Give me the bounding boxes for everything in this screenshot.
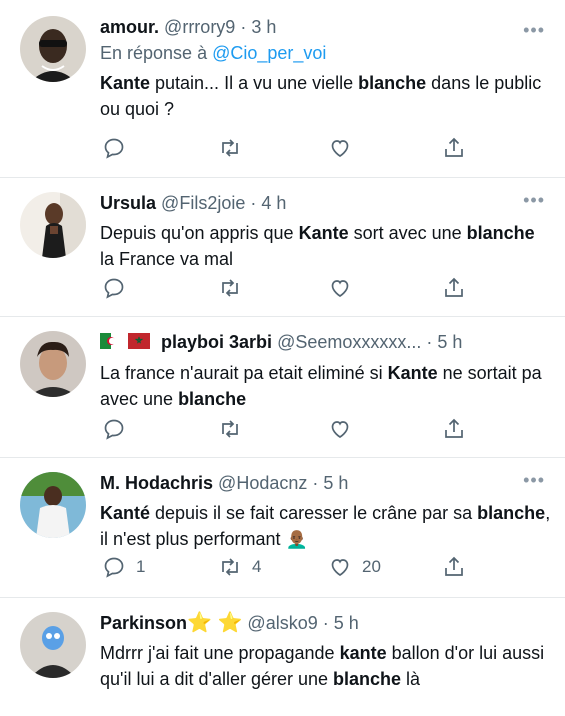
retweet-icon (222, 420, 238, 438)
tweet-actions (100, 276, 480, 304)
reply-button[interactable] (102, 417, 136, 441)
user-handle[interactable]: @Hodacnz (218, 473, 307, 493)
heart-icon (331, 140, 349, 157)
heart-icon (331, 280, 349, 297)
reply-icon (104, 278, 124, 299)
tweet-text: La france n'aurait pa etait eliminé si K… (100, 363, 542, 410)
morocco-flag-icon (128, 332, 150, 354)
retweet-icon (222, 139, 238, 157)
like-button[interactable] (328, 417, 362, 441)
like-button[interactable] (328, 136, 362, 160)
like-count: 20 (362, 557, 381, 576)
retweet-button[interactable] (218, 417, 252, 441)
share-button[interactable] (442, 417, 466, 441)
separator: · (421, 332, 438, 352)
separator: · (307, 473, 324, 493)
reply-button[interactable] (102, 276, 136, 300)
star-emoji-icon: ⭐ ⭐ (187, 612, 243, 634)
timestamp[interactable]: 4 h (261, 193, 286, 213)
retweet-button[interactable] (218, 136, 252, 160)
share-button[interactable] (442, 276, 466, 300)
share-icon (445, 277, 463, 297)
separator: · (235, 17, 252, 37)
reply-mention-link[interactable]: @Cio_per_voi (212, 43, 326, 63)
more-options-icon[interactable]: ••• (523, 20, 545, 41)
reply-prefix: En réponse à (100, 43, 213, 63)
tweet[interactable]: Parkinson⭐ ⭐ @alsko9 · 5 h Mdrrr j'ai fa… (0, 598, 565, 716)
user-name[interactable]: playboi 3arbi (161, 332, 272, 352)
timestamp[interactable]: 5 h (334, 613, 359, 633)
tweet[interactable]: M. Hodachris @Hodacnz · 5 h Kanté depuis… (0, 458, 565, 598)
tweet[interactable]: amour. @rrrory9 · 3 h En réponse à @Cio_… (0, 0, 565, 178)
reply-count: 1 (136, 557, 146, 576)
user-name[interactable]: M. Hodachris (100, 473, 213, 493)
algeria-flag-icon (100, 332, 122, 354)
share-button[interactable] (442, 136, 466, 160)
tweet-text: Depuis qu'on appris que Kante sort avec … (100, 223, 535, 269)
share-icon (445, 418, 463, 438)
more-options-icon[interactable]: ••• (523, 470, 545, 491)
reply-button[interactable] (102, 136, 136, 160)
avatar[interactable] (20, 612, 86, 678)
timestamp[interactable]: 5 h (323, 473, 348, 493)
reply-context: En réponse à @Cio_per_voi (100, 42, 551, 64)
user-handle[interactable]: @rrrory9 (164, 17, 235, 37)
like-button[interactable]: 20 (328, 555, 381, 579)
user-name[interactable]: amour. (100, 17, 159, 37)
tweet-text: Kante putain... Il a vu une vielle blanc… (100, 73, 542, 119)
separator: · (245, 193, 262, 213)
heart-icon (331, 559, 349, 576)
share-icon (445, 556, 463, 576)
heart-icon (331, 421, 349, 438)
tweet[interactable]: Ursula @Fils2joie · 4 h Depuis qu'on app… (0, 178, 565, 317)
user-name[interactable]: Ursula (100, 193, 156, 213)
retweet-icon (222, 558, 238, 576)
reply-icon (104, 138, 124, 159)
user-handle[interactable]: @Fils2joie (161, 193, 245, 213)
share-button[interactable] (442, 555, 466, 579)
more-options-icon[interactable]: ••• (523, 190, 545, 211)
avatar[interactable] (20, 192, 86, 258)
tweet-text: Mdrrr j'ai fait une propagande kante bal… (100, 643, 545, 689)
avatar[interactable] (20, 331, 86, 397)
separator: · (317, 613, 334, 633)
retweet-count: 4 (252, 557, 262, 576)
timestamp[interactable]: 3 h (251, 17, 276, 37)
reply-icon (104, 419, 124, 440)
tweet-actions (100, 417, 480, 445)
timestamp[interactable]: 5 h (437, 332, 462, 352)
retweet-icon (222, 279, 238, 297)
reply-button[interactable]: 1 (102, 555, 145, 579)
user-handle[interactable]: @Seemoxxxxxx... (277, 332, 421, 352)
avatar[interactable] (20, 472, 86, 538)
retweet-button[interactable] (218, 276, 252, 300)
retweet-button[interactable]: 4 (218, 555, 261, 579)
tweet-actions (100, 136, 480, 164)
tweet[interactable]: playboi 3arbi @Seemoxxxxxx... · 5 h La f… (0, 317, 565, 458)
like-button[interactable] (328, 276, 362, 300)
user-name[interactable]: Parkinson (100, 613, 187, 633)
tweet-text: Kanté depuis il se fait caresser le crân… (100, 503, 551, 549)
share-icon (445, 137, 463, 157)
reply-icon (104, 557, 124, 578)
avatar[interactable] (20, 16, 86, 82)
user-handle[interactable]: @alsko9 (247, 613, 317, 633)
tweet-actions: 1 4 20 (100, 555, 480, 583)
